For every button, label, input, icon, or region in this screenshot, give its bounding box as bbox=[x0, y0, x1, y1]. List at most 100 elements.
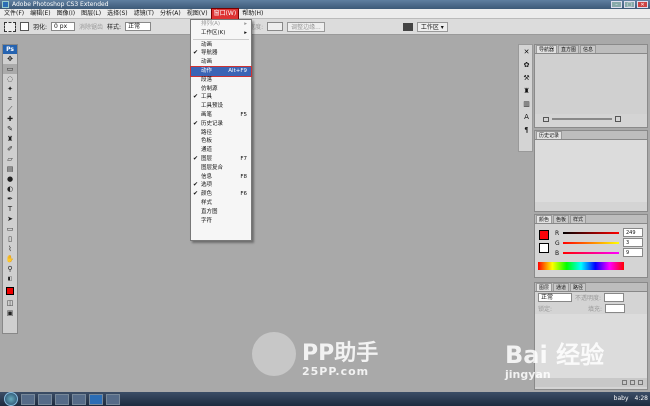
clone-source-icon[interactable]: ♜ bbox=[520, 85, 533, 97]
marquee-tool-icon[interactable] bbox=[4, 21, 16, 32]
link-layers-icon[interactable] bbox=[622, 380, 627, 385]
window-menu-item[interactable]: ✔ 工具 bbox=[191, 93, 251, 102]
path-select-icon[interactable]: ➤ bbox=[3, 214, 17, 224]
taskbar-app2-icon[interactable] bbox=[106, 393, 120, 405]
menu-3[interactable]: 图层(L) bbox=[79, 9, 103, 19]
screen-mode-icon[interactable]: ▣ bbox=[3, 308, 17, 318]
tab-color_tabs-0[interactable]: 颜色 bbox=[536, 215, 553, 223]
taskbar-media-icon[interactable] bbox=[38, 393, 52, 405]
new-selection-icon[interactable] bbox=[20, 22, 29, 31]
window-menu-item[interactable]: 字符 bbox=[191, 217, 251, 226]
window-menu-item[interactable]: 动画 bbox=[191, 41, 251, 50]
foreground-color-swatch[interactable] bbox=[6, 287, 14, 295]
tab-layers_tabs-1[interactable]: 通道 bbox=[553, 283, 570, 291]
window-menu-item[interactable]: ✔ 颜色 F6 bbox=[191, 190, 251, 199]
opacity-input[interactable] bbox=[604, 293, 625, 302]
tool-presets-icon[interactable]: ⚒ bbox=[520, 72, 533, 84]
menu-2[interactable]: 图像(I) bbox=[55, 9, 77, 19]
menu-6[interactable]: 分析(A) bbox=[158, 9, 183, 19]
start-button[interactable] bbox=[4, 392, 18, 406]
window-menu-item[interactable]: 通道 bbox=[191, 146, 251, 155]
tab-history[interactable]: 历史记录 bbox=[536, 131, 563, 139]
g-value-input[interactable]: 3 bbox=[623, 238, 643, 247]
brush-tool-icon[interactable]: ✎ bbox=[3, 124, 17, 134]
brush-panel-icon[interactable]: ✿ bbox=[520, 59, 533, 71]
window-menu-item[interactable]: 动画 bbox=[191, 58, 251, 67]
taskbar-ie-icon[interactable] bbox=[55, 393, 69, 405]
window-menu-item[interactable]: 段落 bbox=[191, 76, 251, 85]
tools-x-icon[interactable]: ✕ bbox=[520, 46, 533, 58]
tab-color_tabs-2[interactable]: 样式 bbox=[570, 215, 587, 223]
eyedropper-icon[interactable]: ⌇ bbox=[3, 244, 17, 254]
minimize-button[interactable]: – bbox=[611, 1, 622, 8]
window-menu-item[interactable]: ✔ 选项 bbox=[191, 181, 251, 190]
window-menu-item[interactable]: ✔ 导航器 bbox=[191, 49, 251, 58]
new-layer-icon[interactable] bbox=[630, 380, 635, 385]
tab-color_tabs-1[interactable]: 色板 bbox=[553, 215, 570, 223]
color-background-swatch[interactable] bbox=[539, 243, 549, 253]
notes-tool-icon[interactable]: ▯ bbox=[3, 234, 17, 244]
menu-8[interactable]: 窗口(W) bbox=[210, 7, 240, 20]
b-value-input[interactable]: 9 bbox=[623, 248, 643, 257]
window-menu-item[interactable]: 路径 bbox=[191, 129, 251, 138]
b-slider[interactable] bbox=[563, 252, 619, 254]
refine-edge-button[interactable]: 调整边缘... bbox=[287, 21, 325, 32]
clone-stamp-icon[interactable]: ♜ bbox=[3, 134, 17, 144]
menu-4[interactable]: 选择(S) bbox=[105, 9, 130, 19]
zoom-tool-icon[interactable]: ⚲ bbox=[3, 264, 17, 274]
file-browser-icon[interactable] bbox=[402, 22, 413, 31]
window-menu-item[interactable]: 仿制源 bbox=[191, 85, 251, 94]
style-select[interactable]: 正常 bbox=[125, 22, 152, 31]
default-colors-icon[interactable]: ◧ bbox=[3, 274, 17, 284]
menu-5[interactable]: 滤镜(T) bbox=[132, 9, 156, 19]
menu-1[interactable]: 编辑(E) bbox=[28, 9, 52, 19]
crop-tool-icon[interactable]: ⌗ bbox=[3, 94, 17, 104]
feather-input[interactable]: 0 px bbox=[51, 22, 76, 31]
healing-brush-icon[interactable]: ✚ bbox=[3, 114, 17, 124]
r-slider[interactable] bbox=[563, 232, 619, 234]
taskbar-app-icon[interactable] bbox=[72, 393, 86, 405]
shape-tool-icon[interactable]: ▭ bbox=[3, 224, 17, 234]
maximize-button[interactable]: □ bbox=[624, 1, 635, 8]
history-brush-icon[interactable]: ✐ bbox=[3, 144, 17, 154]
paragraph-panel-icon[interactable]: ¶ bbox=[520, 124, 533, 136]
tab-navigator_tabs-2[interactable]: 信息 bbox=[580, 45, 597, 53]
color-spectrum-bar[interactable] bbox=[538, 262, 624, 270]
window-menu-item[interactable]: ✔ 历史记录 bbox=[191, 120, 251, 129]
marquee-tool-icon[interactable]: ▭ bbox=[3, 64, 17, 74]
color-foreground-swatch[interactable] bbox=[539, 230, 549, 240]
move-tool-icon[interactable]: ✥ bbox=[3, 54, 17, 64]
character-panel-icon[interactable]: A bbox=[520, 111, 533, 123]
window-menu-item[interactable]: 工作区(K) ▸ bbox=[191, 29, 251, 38]
width-input[interactable] bbox=[267, 22, 284, 31]
gradient-tool-icon[interactable]: ▤ bbox=[3, 164, 17, 174]
close-button[interactable]: ✕ bbox=[637, 1, 648, 8]
dodge-tool-icon[interactable]: ◐ bbox=[3, 184, 17, 194]
blend-mode-select[interactable]: 正常 bbox=[538, 293, 572, 302]
zoom-out-icon[interactable] bbox=[543, 116, 549, 122]
antialias-checkbox[interactable]: 消除锯齿 bbox=[79, 22, 103, 31]
workspace-button[interactable]: 工作区 ▾ bbox=[416, 21, 448, 32]
quick-mask-icon[interactable]: ◫ bbox=[3, 298, 17, 308]
pen-tool-icon[interactable]: ✒ bbox=[3, 194, 17, 204]
taskbar-explorer-icon[interactable] bbox=[21, 393, 35, 405]
zoom-in-icon[interactable] bbox=[615, 116, 621, 122]
tray-clock[interactable]: 4:28 bbox=[635, 392, 648, 406]
tab-navigator_tabs-0[interactable]: 导航器 bbox=[536, 45, 558, 53]
slice-tool-icon[interactable]: ⟋ bbox=[3, 104, 17, 114]
zoom-slider[interactable] bbox=[552, 118, 612, 120]
magic-wand-icon[interactable]: ✦ bbox=[3, 84, 17, 94]
window-menu-item[interactable]: 画笔 F5 bbox=[191, 111, 251, 120]
menu-0[interactable]: 文件(F) bbox=[2, 9, 26, 19]
menu-7[interactable]: 视图(V) bbox=[185, 9, 210, 19]
fill-input[interactable] bbox=[605, 304, 626, 313]
trash-icon[interactable] bbox=[638, 380, 643, 385]
blur-tool-icon[interactable]: ● bbox=[3, 174, 17, 184]
window-menu-item[interactable]: 图层复合 bbox=[191, 164, 251, 173]
r-value-input[interactable]: 249 bbox=[623, 228, 643, 237]
window-menu-item[interactable]: 色板 bbox=[191, 137, 251, 146]
window-menu-item[interactable]: 动作 Alt+F9 bbox=[190, 66, 252, 77]
window-menu-item[interactable]: 排列(A) ▸ bbox=[191, 20, 251, 29]
window-menu-item[interactable]: 信息 F8 bbox=[191, 173, 251, 182]
menu-9[interactable]: 帮助(H) bbox=[240, 9, 265, 19]
